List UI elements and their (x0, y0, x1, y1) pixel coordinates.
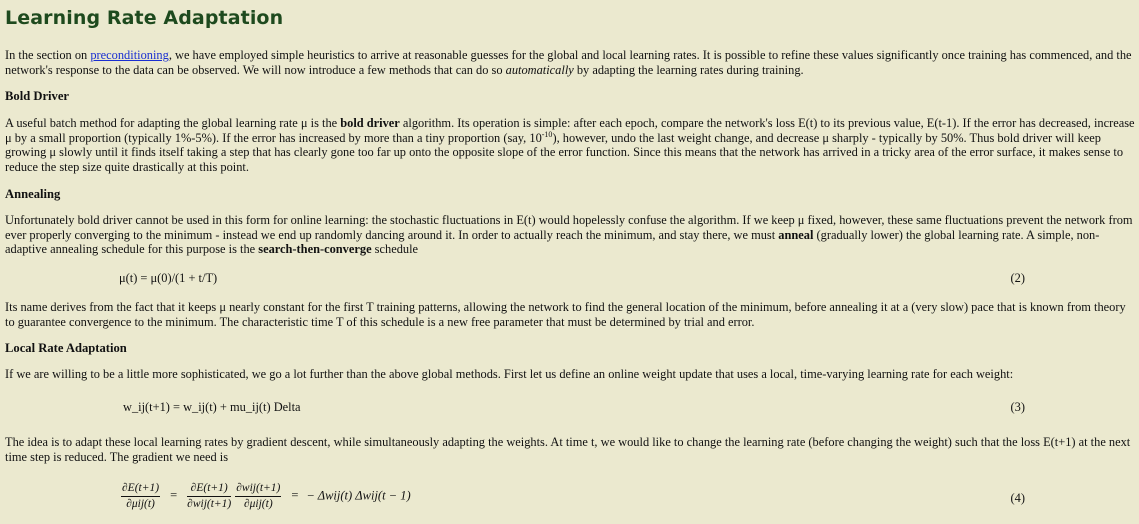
heading-bold-driver: Bold Driver (5, 89, 70, 103)
fraction-2: ∂E(t+1) ∂wij(t+1) (187, 482, 232, 511)
intro-emphasis: automatically (505, 62, 574, 77)
heading-local-rate: Local Rate Adaptation (5, 341, 127, 355)
bold-driver-text: A useful batch method for adapting the g… (5, 116, 341, 130)
equals-sign: = (170, 488, 178, 503)
search-then-converge-term: search-then-converge (258, 242, 372, 256)
bold-driver-paragraph: A useful batch method for adapting the g… (5, 116, 1135, 174)
fraction-3-denominator: ∂μij(t) (243, 498, 273, 510)
intro-text: In the section on (5, 48, 91, 62)
local-paragraph-2: The idea is to adapt these local learnin… (5, 435, 1131, 464)
fraction-1-denominator: ∂μij(t) (126, 498, 155, 510)
intro-paragraph: In the section on preconditioning, we ha… (5, 48, 1135, 77)
anneal-term: anneal (778, 227, 814, 242)
equation-3: w_ij(t+1) = w_ij(t) + mu_ij(t) Delta (3) (5, 400, 1135, 418)
fraction-1-numerator: ∂E(t+1) (121, 482, 161, 497)
exponent: -10 (541, 129, 553, 139)
page-title: Learning Rate Adaptation (5, 7, 284, 29)
bold-driver-term: bold driver (340, 116, 400, 130)
equation-3-number: (3) (1010, 400, 1025, 414)
equation-4: ∂E(t+1) ∂μij(t) = ∂E(t+1) ∂wij(t+1) ∂wij(t+1)… (5, 482, 1135, 516)
fraction-3: ∂wij(t+1) ∂μij(t) (235, 482, 282, 511)
equation-4-formula: ∂E(t+1) ∂μij(t) = ∂E(t+1) ∂wij(t+1) ∂wij(t+1)… (119, 482, 411, 511)
equals-sign-2: = (291, 488, 299, 503)
fraction-1: ∂E(t+1) ∂μij(t) (121, 482, 161, 511)
equation-3-formula: w_ij(t+1) = w_ij(t) + mu_ij(t) Delta (123, 400, 301, 414)
equation-2: μ(t) = μ(0)/(1 + t/T) (2) (5, 271, 1135, 289)
equation-4-rhs: − Δwij(t) Δwij(t − 1) (306, 488, 411, 503)
annealing-paragraph: Unfortunately bold driver cannot be used… (5, 213, 1135, 257)
annealing-paragraph-2: Its name derives from the fact that it k… (5, 300, 1126, 329)
equation-2-number: (2) (1010, 271, 1025, 285)
fraction-2-numerator: ∂E(t+1) (187, 482, 232, 497)
annealing-text-3: schedule (371, 242, 419, 256)
intro-text-end: by adapting the learning rates during tr… (573, 62, 804, 77)
equation-4-number: (4) (1010, 491, 1025, 505)
equation-2-formula: μ(t) = μ(0)/(1 + t/T) (119, 271, 218, 285)
fraction-3-numerator: ∂wij(t+1) (235, 482, 282, 497)
preconditioning-link[interactable]: preconditioning (90, 48, 168, 62)
fraction-2-denominator: ∂wij(t+1) (187, 498, 232, 510)
local-paragraph: If we are willing to be a little more so… (5, 367, 1014, 381)
heading-annealing: Annealing (5, 187, 61, 201)
